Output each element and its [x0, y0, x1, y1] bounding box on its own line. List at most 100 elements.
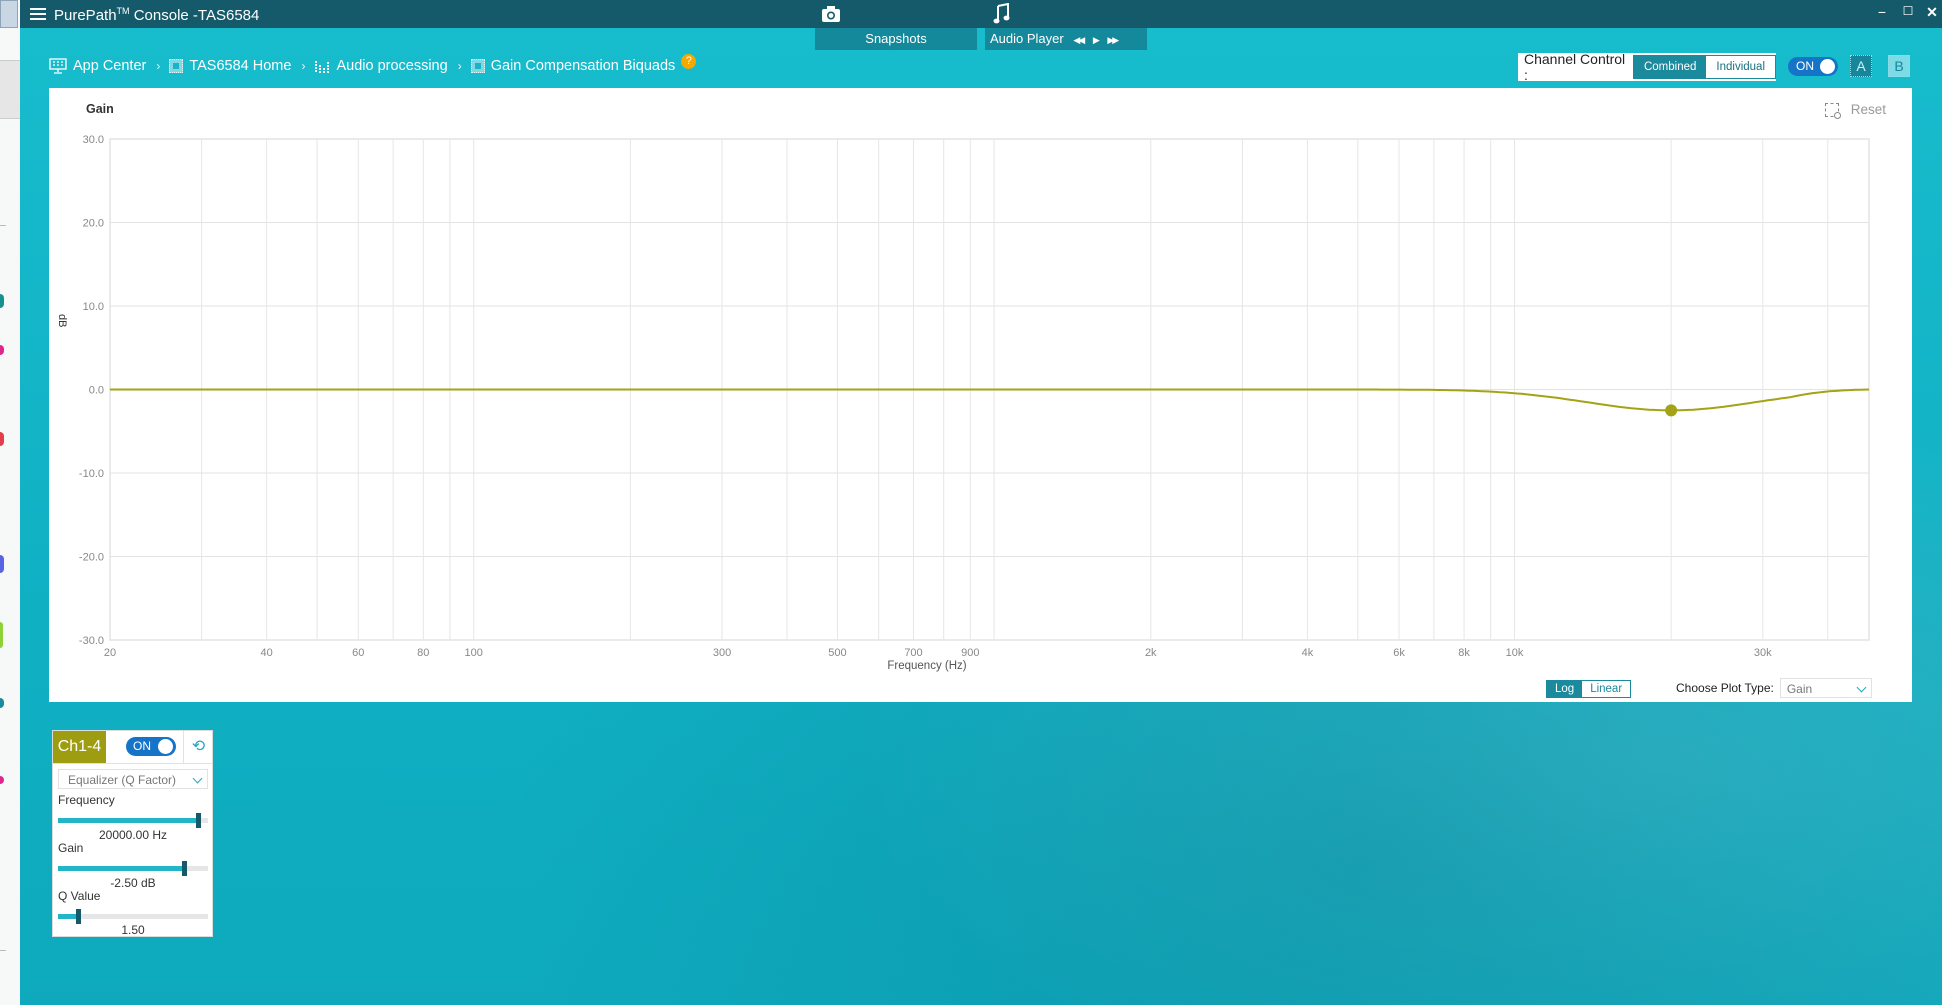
background-app-icon	[0, 622, 3, 648]
title-bar: PurePathTM Console -TAS6584 − ☐ ✕	[20, 0, 1942, 28]
background-app-icon	[0, 698, 4, 708]
channel-control-combined[interactable]: Combined	[1633, 56, 1707, 78]
device-b-button[interactable]: B	[1888, 55, 1910, 77]
chart-panel: Gain Reset 30.0 20.0 10.0 0.0 -10.0 -20.0 -30.…	[49, 88, 1912, 702]
x-tick-label: 60	[352, 647, 364, 659]
breadcrumb-app-center[interactable]: App Center	[49, 58, 146, 74]
camera-icon	[822, 6, 840, 22]
channel-control-segment: Combined Individual	[1632, 55, 1776, 79]
breadcrumb-label: App Center	[73, 58, 147, 74]
plot-type-value: Gain	[1786, 682, 1813, 696]
slider-fill	[58, 866, 184, 871]
close-button[interactable]: ✕	[1922, 4, 1942, 21]
breadcrumb-audio-processing[interactable]: Audio processing	[314, 58, 448, 74]
divider	[0, 225, 6, 226]
power-toggle-label: ON	[1796, 59, 1814, 73]
y-axis-label: dB	[56, 314, 68, 327]
y-tick-label: -20.0	[79, 552, 104, 564]
x-tick-label: 2k	[1145, 647, 1157, 659]
play-icon[interactable]: ▶	[1093, 29, 1100, 51]
x-tick-label: 500	[828, 647, 846, 659]
background-app-icon	[0, 432, 4, 446]
slider-thumb[interactable]	[75, 909, 81, 924]
toggle-knob	[1820, 59, 1835, 74]
fast-forward-icon[interactable]: ▶▶	[1107, 29, 1119, 51]
scale-toggle: Log Linear	[1546, 680, 1632, 698]
x-tick-label: 10k	[1506, 647, 1524, 659]
x-tick-label: 80	[417, 647, 429, 659]
background-app-icon	[0, 345, 4, 355]
chip-icon	[470, 59, 485, 73]
plot-type-select[interactable]: Gain	[1779, 678, 1872, 698]
series-line	[110, 388, 1870, 412]
y-tick-label: -10.0	[79, 468, 104, 480]
frequency-label: Frequency	[58, 793, 115, 807]
background-app-icon	[0, 555, 4, 573]
plot-type-control: Choose Plot Type: Gain	[1676, 678, 1872, 698]
gain-slider[interactable]	[58, 861, 208, 876]
channel-control-individual[interactable]: Individual	[1706, 56, 1775, 78]
gain-label: Gain	[58, 841, 84, 855]
x-tick-label: 8k	[1458, 647, 1470, 659]
background-app-strip	[0, 0, 21, 1005]
chip-icon	[169, 59, 184, 73]
minimize-button[interactable]: −	[1872, 4, 1892, 20]
channel-control: Channel Control : Combined Individual	[1518, 51, 1776, 83]
channel-name: Ch1-4	[53, 731, 106, 763]
background-app-icon	[0, 294, 4, 308]
equalizer-bars-icon	[315, 61, 330, 73]
link-icon[interactable]: ⟲	[183, 731, 213, 763]
q-value-label: Q Value	[58, 889, 101, 903]
music-note-icon	[993, 3, 1010, 24]
x-tick-label: 700	[904, 647, 922, 659]
breadcrumb-label: Audio processing	[336, 58, 448, 74]
x-tick-label: 6k	[1393, 647, 1405, 659]
slider-thumb[interactable]	[195, 813, 201, 828]
channel-toggle-label: ON	[133, 739, 151, 753]
channel-panel-header: Ch1-4 ON ⟲	[53, 731, 212, 764]
chevron-down-icon	[1856, 682, 1867, 693]
channel-toggle[interactable]: ON	[126, 737, 176, 756]
monitor-icon	[49, 58, 67, 74]
x-tick-label: 40	[261, 647, 273, 659]
filter-handle-marker	[1665, 404, 1678, 417]
frequency-value: 20000.00 Hz	[98, 828, 168, 842]
gain-plot[interactable]: 30.0 20.0 10.0 0.0 -10.0 -20.0 -30.0 20 40 60 80 1…	[49, 88, 1912, 702]
audio-player: Audio Player ◀◀ ▶ ▶▶	[985, 0, 1147, 50]
help-icon[interactable]: ?	[681, 53, 697, 69]
breadcrumb-tas6584-home[interactable]: TAS6584 Home	[169, 58, 291, 74]
breadcrumb-separator: ›	[156, 59, 161, 73]
background-app-band	[0, 60, 20, 119]
y-tick-label: 20.0	[83, 218, 104, 230]
y-tick-label: 30.0	[83, 134, 104, 146]
device-a-button[interactable]: A	[1850, 55, 1872, 77]
breadcrumb-label: Gain Compensation Biquads	[490, 58, 676, 74]
q-value-slider[interactable]	[58, 909, 208, 924]
y-tick-label: 10.0	[83, 301, 104, 313]
x-tick-label: 100	[465, 647, 483, 659]
frequency-slider[interactable]	[58, 813, 208, 828]
power-toggle[interactable]: ON	[1788, 57, 1838, 76]
x-tick-label: 30k	[1754, 647, 1772, 659]
slider-fill	[58, 818, 198, 823]
gain-value: -2.50 dB	[110, 876, 156, 890]
background-app-icon	[0, 776, 4, 784]
filter-type-select[interactable]: Equalizer (Q Factor)	[58, 769, 208, 789]
plot-type-label: Choose Plot Type:	[1676, 681, 1774, 695]
q-value-value: 1.50	[121, 923, 145, 937]
x-tick-label: 20	[104, 647, 116, 659]
hamburger-menu-icon[interactable]	[30, 6, 46, 22]
scale-linear-button[interactable]: Linear	[1582, 681, 1631, 697]
breadcrumb-label: TAS6584 Home	[189, 58, 292, 74]
x-axis-label: Frequency (Hz)	[887, 660, 966, 672]
slider-thumb[interactable]	[182, 861, 187, 876]
maximize-button[interactable]: ☐	[1898, 4, 1918, 18]
x-tick-label: 300	[713, 647, 731, 659]
channel-control-label: Channel Control :	[1524, 51, 1626, 83]
breadcrumb-gain-compensation-biquads: Gain Compensation Biquads	[470, 58, 676, 74]
snapshots-button[interactable]: Snapshots	[815, 0, 977, 50]
scale-log-button[interactable]: Log	[1547, 681, 1583, 697]
rewind-icon[interactable]: ◀◀	[1073, 29, 1085, 51]
divider	[0, 950, 6, 951]
y-tick-label: -30.0	[79, 635, 104, 647]
